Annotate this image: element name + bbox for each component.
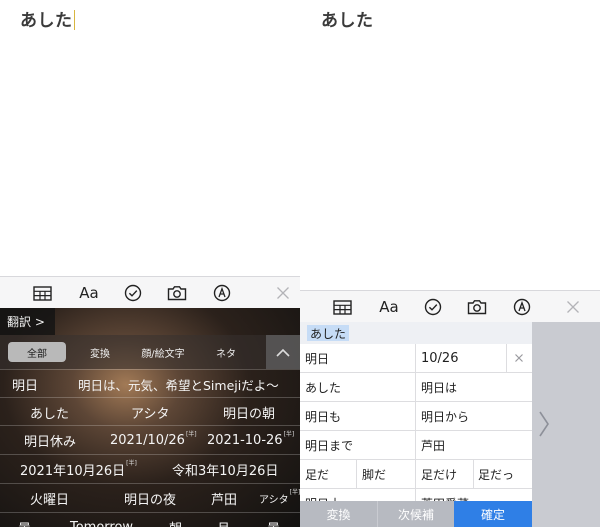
candidate-row: 2021年10月26日 [半] 令和3年10月26日 — [0, 454, 300, 483]
translate-button[interactable]: 翻訳 > — [0, 308, 55, 335]
text-format-icon[interactable]: Aa — [378, 298, 400, 316]
candidate[interactable]: 明日 — [305, 344, 329, 372]
keyboard-toolbar: Aa — [0, 276, 300, 308]
right-screen: あした Aa あした 明日 10/26 あした 明日は 明日も 明日から 明日ま… — [300, 0, 600, 527]
note-text[interactable]: あした — [321, 6, 374, 31]
candidate[interactable]: 芦田 — [211, 484, 237, 513]
candidate-row: あした 明日は — [300, 373, 532, 402]
candidate[interactable]: 明日から — [421, 402, 469, 430]
candidate[interactable]: 芦田愛菜 — [421, 489, 469, 502]
text-format-icon[interactable]: Aa — [78, 284, 100, 302]
divider — [415, 431, 416, 459]
close-icon[interactable] — [563, 298, 583, 316]
candidate[interactable]: 明日は — [421, 373, 457, 401]
divider — [415, 344, 416, 372]
simeji-candidate-panel: 翻訳 > 全部 変換 顔/絵文字 ネタ 明日 明日は、元気、希望とSimejiだ… — [0, 308, 300, 527]
tab-neta[interactable]: ネタ — [208, 342, 244, 362]
candidate-row: 明日休み 2021/10/26 [半] 2021-10-26 [半] — [0, 425, 300, 454]
keyboard-toolbar: Aa — [300, 290, 600, 322]
half-width-tag: [半] — [283, 431, 295, 438]
candidate-row: 曇 Tomorrow 朝 月 曇 — [0, 512, 300, 527]
half-width-tag: [半] — [289, 489, 300, 496]
candidate[interactable]: 朝 — [169, 513, 182, 527]
candidate[interactable]: 足だけ — [421, 460, 457, 488]
candidate[interactable]: 月 — [217, 513, 230, 527]
candidate-row: 明日も 明日から — [300, 402, 532, 431]
close-icon[interactable] — [273, 284, 293, 302]
confirm-button[interactable]: 確定 — [454, 501, 532, 527]
candidate[interactable]: アシタ [半] — [259, 484, 300, 513]
divider — [356, 460, 357, 488]
keyboard-icon[interactable] — [332, 298, 352, 316]
candidate[interactable]: 火曜日 — [30, 484, 69, 513]
candidate-action-bar: 変換 次候補 確定 — [300, 501, 600, 527]
chevron-right-icon[interactable] — [538, 410, 550, 438]
markup-pen-icon[interactable] — [512, 298, 532, 316]
candidate[interactable]: 明日は、元気、希望とSimejiだよ〜 — [78, 370, 279, 399]
candidate-row: 明日 明日は、元気、希望とSimejiだよ〜 — [0, 369, 300, 398]
half-width-tag: [半] — [185, 431, 197, 438]
candidate[interactable]: あした — [30, 398, 69, 427]
tab-emoji[interactable]: 顔/絵文字 — [132, 342, 194, 362]
candidate[interactable]: 明日 — [12, 370, 38, 399]
candidate[interactable]: 明日休み — [24, 426, 76, 455]
candidate[interactable]: 明日の朝 — [223, 398, 275, 427]
candidate[interactable]: 2021/10/26 [半] — [110, 426, 197, 455]
markup-pen-icon[interactable] — [212, 284, 232, 302]
reading-text: あした — [307, 325, 350, 341]
candidate[interactable]: 曇 — [18, 513, 31, 527]
check-circle-icon[interactable] — [423, 298, 443, 316]
candidate-row: 明日まで 芦田 — [300, 431, 532, 460]
bottom-bar-spacer — [532, 501, 600, 527]
candidate-row: 明日十 芦田愛菜 — [300, 489, 532, 501]
left-screen: あした Aa 翻訳 > 全部 変換 顔/絵文字 ネタ 明日 明日は、元気、希望と… — [0, 0, 300, 527]
candidate-row: あした アシタ 明日の朝 — [0, 397, 300, 426]
tab-convert[interactable]: 変換 — [80, 342, 120, 362]
candidate[interactable]: 脚だ — [362, 460, 386, 488]
candidate[interactable]: 足だ — [305, 460, 329, 488]
candidate[interactable]: 足だっ — [478, 460, 514, 488]
collapse-button[interactable] — [266, 335, 300, 369]
check-circle-icon[interactable] — [123, 284, 143, 302]
candidate-grid: 明日 10/26 あした 明日は 明日も 明日から 明日まで 芦田 足だ 脚だ … — [300, 344, 532, 501]
candidate[interactable]: 10/26 — [421, 344, 458, 372]
candidate[interactable]: Tomorrow — [70, 513, 133, 527]
note-text[interactable]: あした — [20, 6, 75, 31]
candidate[interactable]: 令和3年10月26日 — [172, 455, 278, 484]
next-candidate-button[interactable]: 次候補 — [377, 501, 454, 527]
candidate[interactable]: 明日の夜 — [124, 484, 176, 513]
candidate[interactable]: 芦田 — [421, 431, 445, 459]
half-width-tag: [半] — [126, 460, 137, 467]
chevron-up-icon — [276, 348, 290, 357]
candidate[interactable]: 明日も — [305, 402, 341, 430]
divider — [506, 344, 507, 372]
camera-icon[interactable] — [467, 298, 487, 316]
candidate[interactable]: あした — [305, 373, 341, 401]
candidate-row: 火曜日 明日の夜 芦田 アシタ [半] — [0, 483, 300, 512]
divider — [415, 489, 416, 501]
candidate-row: 明日 10/26 — [300, 344, 532, 373]
camera-icon[interactable] — [167, 284, 187, 302]
candidate[interactable]: 2021年10月26日 [半] — [20, 455, 137, 484]
candidate[interactable]: 2021-10-26 [半] — [207, 426, 294, 455]
clear-icon[interactable] — [512, 351, 526, 365]
candidate-tabs: 全部 変換 顔/絵文字 ネタ — [0, 335, 300, 369]
text-cursor — [73, 10, 75, 30]
candidate[interactable]: アシタ — [131, 398, 169, 427]
candidate-row: 足だ 脚だ 足だけ 足だっ — [300, 460, 532, 489]
candidate[interactable]: 明日十 — [305, 489, 341, 502]
convert-button[interactable]: 変換 — [300, 501, 377, 527]
divider — [415, 460, 416, 488]
candidate[interactable]: 曇 — [267, 513, 280, 527]
divider — [473, 460, 474, 488]
tab-all[interactable]: 全部 — [8, 342, 66, 362]
divider — [415, 402, 416, 430]
keyboard-icon[interactable] — [32, 284, 52, 302]
candidate[interactable]: 明日まで — [305, 431, 353, 459]
divider — [415, 373, 416, 401]
